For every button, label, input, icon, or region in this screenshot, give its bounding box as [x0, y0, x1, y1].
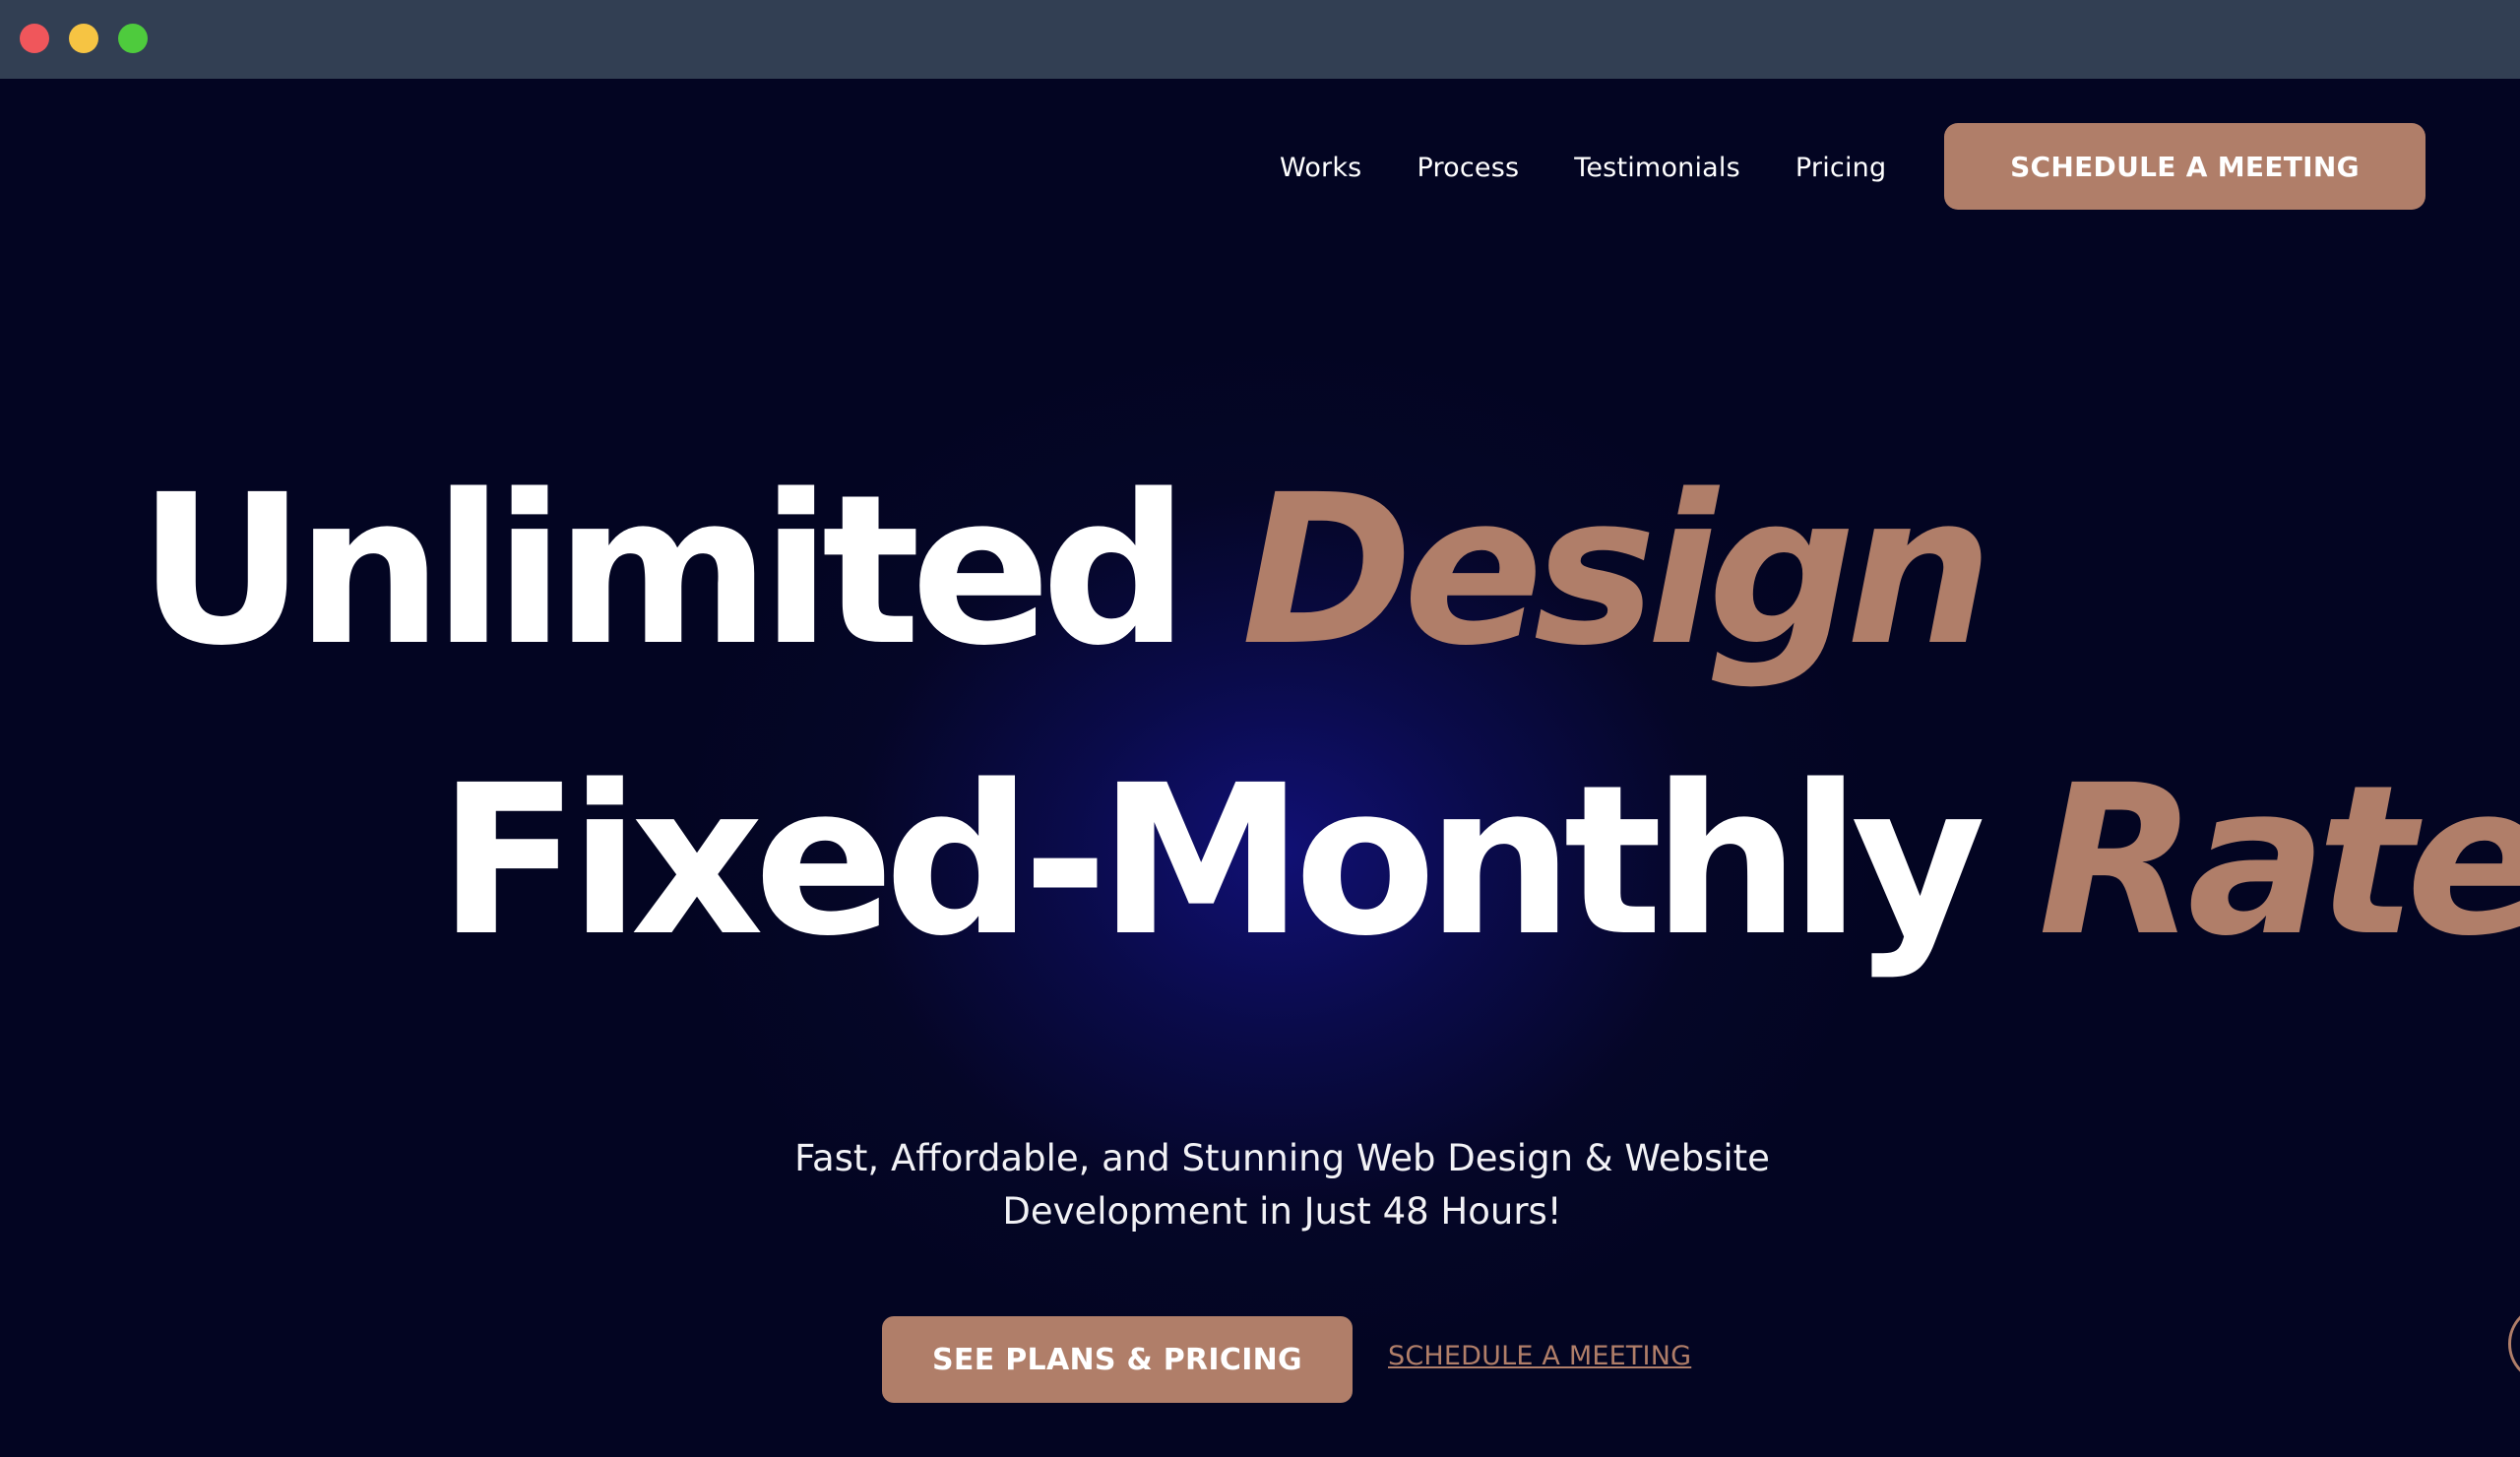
- schedule-meeting-nav-button[interactable]: SCHEDULE A MEETING: [1944, 123, 2426, 210]
- nav-link-process[interactable]: Process: [1417, 153, 1519, 183]
- hero-subtitle-line1: Fast, Affordable, and Stunning Web Desig…: [794, 1137, 1770, 1179]
- nav-link-testimonials[interactable]: Testimonials: [1574, 153, 1740, 183]
- window-titlebar: [0, 0, 2520, 79]
- hero-word-design: Design: [1241, 450, 1993, 691]
- hero-word-unlimited: Unlimited: [138, 450, 1189, 691]
- hero-subtitle-line2: Development in Just 48 Hours!: [1002, 1190, 1562, 1233]
- browser-window: Works Process Testimonials Pricing SCHED…: [0, 0, 2520, 1457]
- nav-link-works[interactable]: Works: [1280, 153, 1361, 183]
- schedule-meeting-link[interactable]: SCHEDULE A MEETING: [1388, 1341, 1691, 1371]
- hero-headline-line1: Unlimited Design: [138, 468, 1993, 674]
- maximize-window-button[interactable]: [118, 24, 148, 53]
- see-plans-pricing-button[interactable]: SEE PLANS & PRICING: [882, 1316, 1353, 1403]
- hero-word-fixed-monthly: Fixed-Monthly: [438, 740, 1985, 982]
- floating-circle-button[interactable]: [2508, 1304, 2520, 1383]
- minimize-window-button[interactable]: [69, 24, 98, 53]
- close-window-button[interactable]: [20, 24, 49, 53]
- top-navigation: Works Process Testimonials Pricing: [1280, 124, 1941, 211]
- hero-headline-line2: Fixed-Monthly Rate: [438, 758, 2520, 965]
- landing-page: Works Process Testimonials Pricing SCHED…: [0, 79, 2520, 1457]
- hero-word-rate: Rate: [2038, 740, 2520, 982]
- hero-subtitle: Fast, Affordable, and Stunning Web Desig…: [689, 1132, 1875, 1238]
- nav-link-pricing[interactable]: Pricing: [1796, 153, 1886, 183]
